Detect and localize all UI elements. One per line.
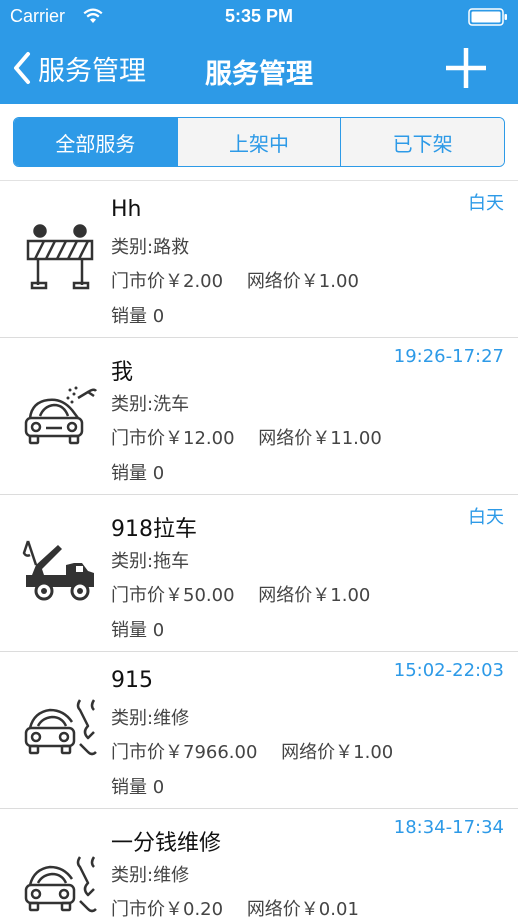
plus-icon [445,47,487,89]
battery-icon [468,8,508,30]
online-price: 网络价￥11.00 [258,428,382,449]
service-sales: 销量 0 [111,306,165,327]
service-row[interactable]: 918拉车 类别:拖车 门市价￥50.00 网络价￥1.00 销量 0 白天 [0,495,518,652]
service-prices: 门市价￥7966.00 网络价￥1.00 [111,738,393,764]
store-price: 门市价￥12.00 [111,428,235,449]
service-row[interactable]: 915 类别:维修 门市价￥7966.00 网络价￥1.00 销量 0 15:0… [0,652,518,809]
service-category: 类别:维修 [111,865,190,886]
status-time: 5:35 PM [224,6,294,26]
service-prices: 门市价￥2.00 网络价￥1.00 [111,267,359,293]
service-time: 白天 [468,507,504,528]
service-row[interactable]: 一分钱维修 类别:维修 门市价￥0.20 网络价￥0.01 18:34-17:3… [0,809,518,920]
add-service-button[interactable] [445,47,487,89]
store-price: 门市价￥50.00 [111,585,235,606]
segment-all-services[interactable]: 全部服务 [14,118,177,166]
service-row[interactable]: 我 类别:洗车 门市价￥12.00 网络价￥11.00 销量 0 19:26-1… [0,338,518,495]
navigation-bar: 服务管理 服务管理 [0,34,518,104]
segment-on-shelf[interactable]: 上架中 [176,118,341,166]
segmented-control: 全部服务 上架中 已下架 [13,117,505,167]
service-sales: 销量 0 [111,777,165,798]
service-time: 15:02-22:03 [393,660,504,681]
car-wash-icon [24,386,98,445]
car-repair-icon [24,856,97,913]
service-category: 类别:维修 [111,708,190,729]
online-price: 网络价￥1.00 [281,742,394,763]
online-price: 网络价￥0.01 [246,899,359,920]
segment-off-shelf[interactable]: 已下架 [340,118,504,166]
service-time: 白天 [468,193,504,214]
page-title: 服务管理 [205,59,313,90]
service-sales: 销量 0 [111,620,165,641]
status-bar: Carrier 5:35 PM [0,0,518,34]
service-time: 18:34-17:34 [393,817,504,838]
online-price: 网络价￥1.00 [246,271,359,292]
roadblock-icon [26,224,94,290]
filter-segment-area: 全部服务 上架中 已下架 [0,104,518,180]
service-name: Hh [111,197,142,222]
store-price: 门市价￥7966.00 [111,742,258,763]
service-row[interactable]: Hh 类别:路救 门市价￥2.00 网络价￥1.00 销量 0 白天 [0,181,518,338]
service-sales: 销量 0 [111,463,165,484]
service-prices: 门市价￥12.00 网络价￥11.00 [111,424,382,450]
online-price: 网络价￥1.00 [258,585,371,606]
service-category: 类别:路救 [111,237,190,258]
service-list[interactable]: Hh 类别:路救 门市价￥2.00 网络价￥1.00 销量 0 白天 我 类别:… [0,180,518,920]
tow-truck-icon [22,540,94,601]
service-prices: 门市价￥50.00 网络价￥1.00 [111,581,370,607]
service-name: 915 [111,668,153,693]
service-category: 类别:洗车 [111,394,190,415]
app-header: Carrier 5:35 PM 服务管理 服务管理 [0,0,518,104]
service-name: 我 [111,360,134,385]
service-prices: 门市价￥0.20 网络价￥0.01 [111,895,359,920]
service-category: 类别:拖车 [111,551,190,572]
car-repair-icon [24,699,97,756]
service-time: 19:26-17:27 [393,346,504,367]
service-name: 一分钱维修 [111,831,222,856]
store-price: 门市价￥0.20 [111,899,224,920]
store-price: 门市价￥2.00 [111,271,224,292]
service-name: 918拉车 [111,517,197,542]
